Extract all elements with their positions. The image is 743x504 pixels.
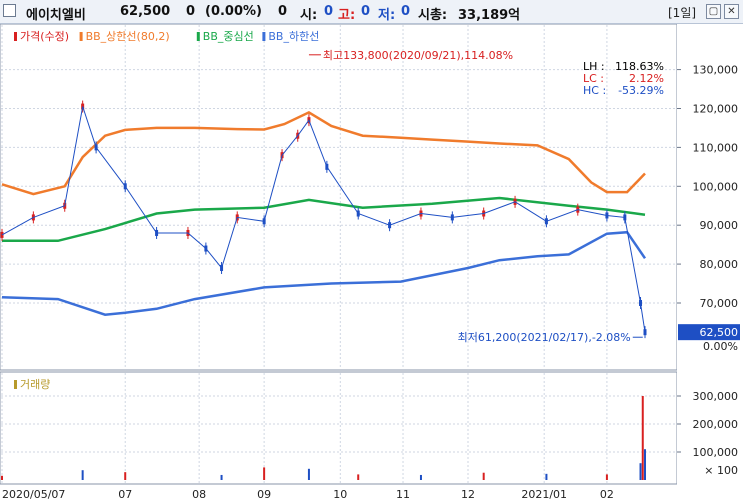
- open-label: 시:: [300, 8, 318, 23]
- volume-bar: [81, 470, 84, 480]
- volume-axis-label: 100,000: [693, 446, 739, 459]
- current-pct-tag-text: 0.00%: [703, 340, 738, 353]
- price-candle: [0, 231, 4, 238]
- time-axis-label: 12: [461, 488, 475, 501]
- volume-bar: [605, 474, 608, 480]
- volume-legend[interactable]: 거래량: [20, 378, 50, 391]
- high-label: 고:: [338, 8, 356, 23]
- price-change-pct: (0.00%): [205, 4, 262, 19]
- price-axis-label: 70,000: [700, 297, 739, 310]
- time-axis-label: 09: [257, 488, 271, 501]
- info-label: HC :: [583, 84, 606, 97]
- volume-bar: [639, 463, 642, 480]
- price-panel: [0, 24, 678, 371]
- volume-bar: [1, 475, 3, 480]
- volume-bar: [124, 472, 127, 480]
- low-label: 저:: [378, 8, 396, 23]
- market-cap-value: 33,189억: [458, 8, 521, 23]
- price-axis-label: 100,000: [693, 180, 739, 193]
- legend-swatch: [14, 32, 17, 41]
- price-change: 0: [186, 4, 196, 19]
- low-annotation: 최저61,200(2021/02/17),-2.08%: [458, 331, 631, 344]
- current-price-tag-text: 62,500: [700, 326, 739, 339]
- current-price: 62,500: [120, 4, 171, 19]
- time-axis-label: 2020/05/07: [2, 488, 65, 501]
- time-axis-label: 02: [600, 488, 614, 501]
- time-axis-label: 10: [333, 488, 347, 501]
- volume-bar: [644, 449, 646, 480]
- volume-bar: [307, 468, 310, 480]
- stock-chart-window: 에이치엘비 62,500 0 (0.00%) 0 시: 0 고: 0 저: 0 …: [0, 0, 743, 504]
- volume-bar: [545, 473, 548, 480]
- period-selector[interactable]: [1일]: [668, 4, 696, 21]
- volume-bar: [263, 467, 266, 480]
- volume-bar: [357, 474, 360, 480]
- market-cap-label: 시총:: [418, 8, 448, 23]
- volume-scale-note: × 100: [704, 464, 738, 477]
- legend-item[interactable]: BB_하한선: [268, 29, 319, 43]
- legend-swatch: [79, 32, 83, 41]
- price-axis-label: 130,000: [693, 64, 739, 77]
- volume-panel: [0, 371, 678, 485]
- open-value: 0: [324, 4, 334, 19]
- time-axis-label: 2021/01: [521, 488, 567, 501]
- volume-bar: [220, 474, 223, 480]
- restore-button[interactable]: ▢: [706, 4, 721, 19]
- high-annotation: 최고133,800(2020/09/21),114.08%: [323, 49, 513, 62]
- price-axis-label: 80,000: [700, 258, 739, 271]
- price-axis-label: 120,000: [693, 102, 739, 115]
- price-axis-label: 90,000: [700, 219, 739, 232]
- volume-bar: [641, 396, 644, 480]
- info-value: -53.29%: [618, 84, 664, 97]
- time-axis-label: 11: [396, 488, 410, 501]
- time-axis-label: 07: [118, 488, 132, 501]
- time-axis-label: 08: [192, 488, 206, 501]
- low-value: 0: [401, 4, 411, 19]
- legend-swatch: [262, 32, 266, 41]
- price-axis-label: 110,000: [693, 141, 739, 154]
- window-menu-box[interactable]: [3, 4, 16, 17]
- title-bar: 에이치엘비 62,500 0 (0.00%) 0 시: 0 고: 0 저: 0 …: [0, 0, 743, 24]
- volume-bar: [482, 472, 485, 480]
- high-value: 0: [361, 4, 371, 19]
- close-button[interactable]: ✕: [724, 4, 739, 19]
- volume-value: 0: [278, 4, 288, 19]
- stock-name: 에이치엘비: [26, 8, 86, 23]
- volume-axis-label: 200,000: [693, 418, 739, 431]
- legend-swatch: [196, 32, 200, 41]
- legend-item[interactable]: BB_상한선(80,2): [86, 30, 170, 43]
- volume-bar: [419, 474, 422, 480]
- volume-legend-swatch: [14, 380, 17, 389]
- volume-axis-label: 300,000: [693, 390, 739, 403]
- legend-item[interactable]: BB_중심선: [203, 30, 254, 43]
- legend-item[interactable]: 가격(수정): [20, 30, 69, 43]
- chart-area[interactable]: 70,000 80,000 90,000 100,000 110,000 120,000 1…: [0, 24, 743, 504]
